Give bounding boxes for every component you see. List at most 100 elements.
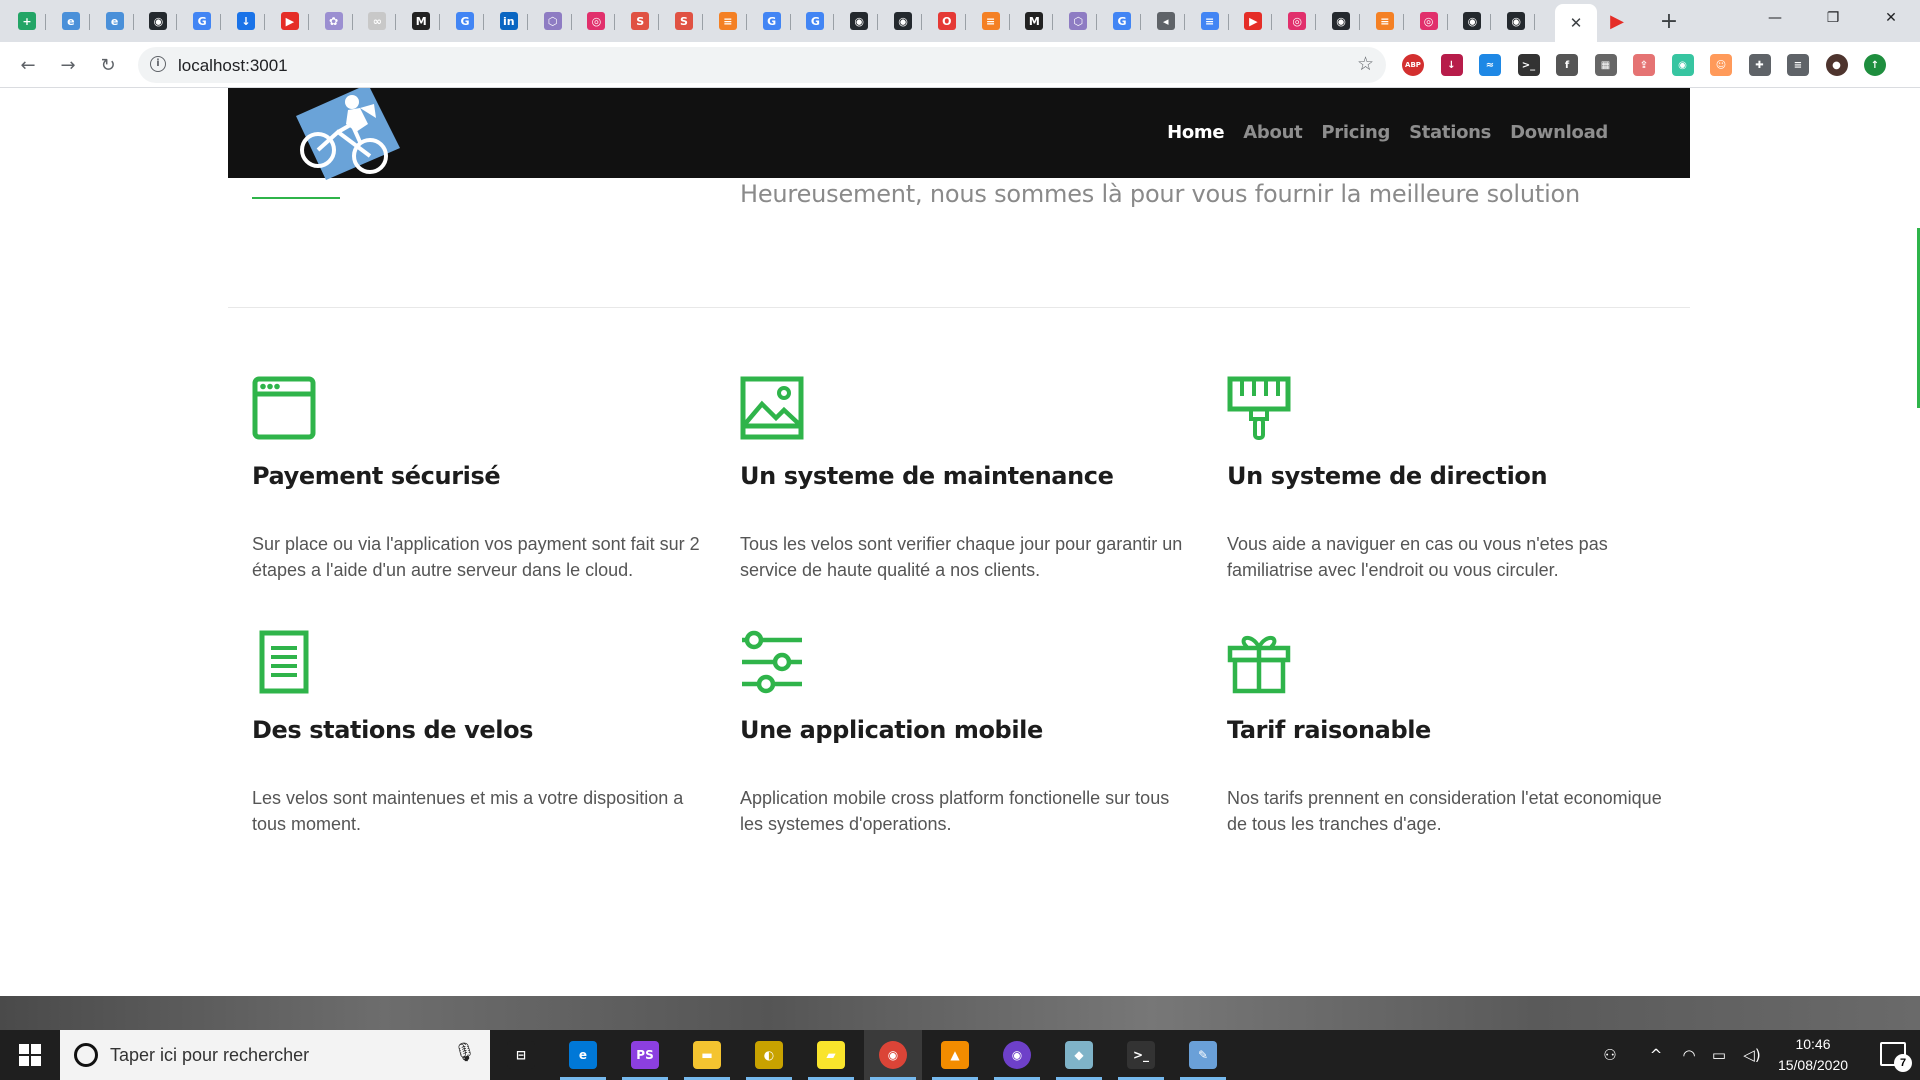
close-window-button[interactable]: ✕ [1862,0,1920,36]
nodes-icon: ∞ [368,12,387,30]
taskbar-app[interactable]: ⊟ [492,1030,550,1080]
start-button[interactable] [0,1030,60,1080]
reload-button[interactable]: ↻ [94,51,122,79]
browser-tab[interactable]: ↓ [227,6,265,36]
browser-tab[interactable]: e [96,6,134,36]
back-button[interactable]: ← [14,51,42,79]
notification-center-icon[interactable]: 7 [1880,1042,1912,1072]
browser-tab[interactable]: ◎ [1410,6,1448,36]
browser-tab[interactable]: ∞ [358,6,397,36]
browser-tab[interactable]: ⬡ [534,6,572,36]
taskbar-app[interactable]: ▰ [802,1030,860,1080]
site-navbar: Home About Pricing Stations Download [228,88,1690,180]
browser-tab[interactable]: G [753,6,791,36]
browser-tab[interactable]: ◉ [1497,6,1536,36]
url-text[interactable]: localhost:3001 [178,56,288,76]
nav-download[interactable]: Download [1510,122,1608,143]
cortana-icon[interactable] [74,1043,98,1067]
browser-tab[interactable]: ◉ [1322,6,1360,36]
browser-tab[interactable]: e [52,6,90,36]
github-desktop-icon: ◉ [1003,1041,1031,1069]
browser-tab[interactable]: ◉ [840,6,879,36]
browser-tab[interactable]: G [1103,6,1141,36]
feature-card: Un systeme de direction Vous aide a navi… [1227,376,1677,580]
grammarly-icon[interactable]: ◉ [1671,54,1694,76]
browser-tab[interactable]: G [183,6,222,36]
messenger-icon[interactable]: ≈ [1479,54,1501,76]
browser-tab[interactable]: O [928,6,966,36]
feature-title: Un systeme de maintenance [740,462,1114,490]
taskbar-app[interactable]: ◆ [1050,1030,1108,1080]
minimize-button[interactable]: — [1746,0,1804,36]
volume-icon[interactable]: ◁) [1734,1030,1770,1080]
download-manager-icon[interactable]: ↓ [1440,54,1463,76]
taskbar-app[interactable]: PS [616,1030,674,1080]
browser-tab[interactable]: ◂ [1147,6,1185,36]
browser-tab[interactable]: ≡ [1191,6,1229,36]
profile-avatar-icon[interactable]: ● [1825,54,1848,76]
browser-tab[interactable]: in [490,6,528,36]
media-queue-icon[interactable]: ≡ [1787,54,1809,76]
nav-pricing[interactable]: Pricing [1321,122,1390,143]
taskbar-app[interactable]: ▬ [678,1030,736,1080]
battery-icon[interactable]: ▭ [1704,1030,1734,1080]
browser-tab[interactable]: ≡ [972,6,1010,36]
taskbar-app[interactable]: e [554,1030,612,1080]
adblock-icon[interactable]: ABP [1402,54,1424,76]
taskbar-app[interactable]: ◉ [988,1030,1046,1080]
sheets-icon: + [18,12,36,30]
face-icon[interactable]: ☺ [1710,54,1732,76]
site-info-icon[interactable]: i [150,56,166,72]
browser-tab[interactable]: ◉ [1453,6,1492,36]
update-icon[interactable]: ↑ [1864,54,1886,76]
bookmark-star-icon[interactable]: ☆ [1357,53,1374,75]
browser-tab[interactable]: M [1015,6,1054,36]
browser-tab[interactable]: ⬡ [1059,6,1098,36]
puzzle-icon[interactable]: ✚ [1748,54,1771,76]
browser-tab[interactable]: S [665,6,703,36]
active-browser-tab[interactable]: ✕ [1555,4,1597,42]
address-bar[interactable]: i localhost:3001 ☆ [138,47,1386,83]
github-icon: ◉ [1463,12,1482,30]
bike-logo-icon[interactable] [290,88,410,184]
nav-stations[interactable]: Stations [1409,122,1491,143]
people-icon[interactable]: ⚇ [1590,1030,1630,1080]
nav-about[interactable]: About [1243,122,1302,143]
browser-tab[interactable]: ✿ [315,6,353,36]
share-icon[interactable]: ⇪ [1633,54,1655,76]
microphone-icon[interactable]: 🎙 [453,1042,476,1063]
browser-tab[interactable]: ◎ [1278,6,1317,36]
browser-tab[interactable]: M [402,6,441,36]
browser-tab[interactable]: ◉ [139,6,178,36]
taskbar-clock[interactable]: 10:46 15/08/2020 [1768,1034,1858,1076]
nav-home[interactable]: Home [1167,122,1225,143]
terminal-icon[interactable]: >_ [1517,54,1540,76]
browser-tab[interactable]: ▶ [1598,6,1636,36]
browser-tab[interactable]: ▶ [1234,6,1273,36]
browser-tab[interactable]: ≡ [709,6,747,36]
browser-tab[interactable]: S [621,6,660,36]
taskbar-search-box[interactable]: Taper ici pour rechercher 🎙 [60,1030,490,1080]
browser-tab[interactable]: ≡ [1366,6,1404,36]
browser-tab[interactable]: ▶ [271,6,309,36]
keyboard-icon[interactable]: ▦ [1594,54,1617,76]
new-tab-button[interactable]: + [1656,8,1682,34]
maximize-button[interactable]: ❐ [1804,0,1862,36]
taskbar-app[interactable]: ▲ [926,1030,984,1080]
taskbar-app[interactable]: >_ [1112,1030,1170,1080]
facebook-icon[interactable]: f [1556,54,1578,76]
show-hidden-icons-chevron[interactable]: ^ [1638,1030,1674,1080]
feature-card: Un systeme de maintenance Tous les velos… [740,376,1190,580]
browser-tab[interactable]: ◎ [577,6,616,36]
browser-tab[interactable]: + [8,6,46,36]
browser-tab[interactable]: ◉ [884,6,922,36]
browser-tab[interactable]: G [796,6,835,36]
taskbar-app[interactable]: ✎ [1174,1030,1232,1080]
browser-tab[interactable]: G [446,6,484,36]
search-placeholder[interactable]: Taper ici pour rechercher [110,1045,309,1066]
forward-button[interactable]: → [54,51,82,79]
wifi-icon[interactable]: ◠ [1674,1030,1704,1080]
taskbar-app[interactable]: ◐ [740,1030,798,1080]
close-tab-icon[interactable]: ✕ [1570,14,1583,32]
taskbar-app[interactable]: ◉ [864,1030,922,1080]
